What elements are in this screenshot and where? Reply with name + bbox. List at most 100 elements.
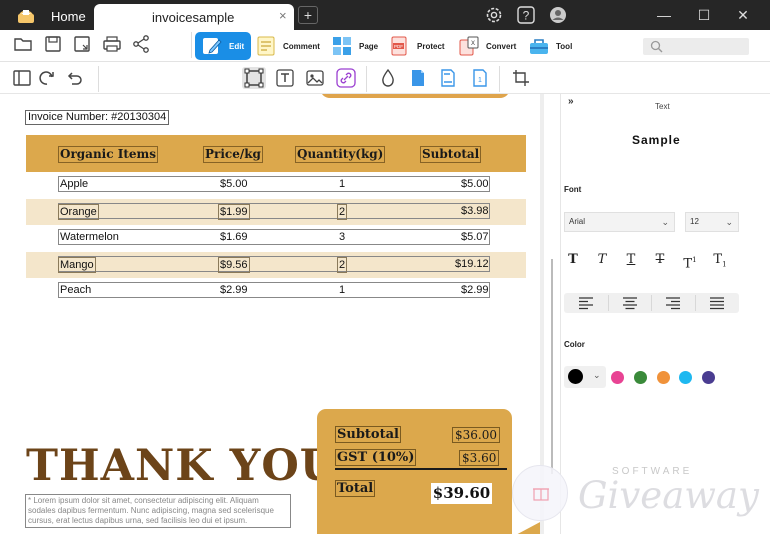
maximize-button[interactable]: ☐ [692,4,716,26]
thank-you-heading[interactable]: THANK YOU [26,441,338,491]
header-subtotal[interactable]: Subtotal [420,146,482,163]
row-text-box[interactable] [58,229,490,245]
close-window-button[interactable]: ✕ [731,4,755,26]
header-items[interactable]: Organic Items [58,146,158,163]
align-left-icon[interactable] [566,295,606,311]
comment-tool-button[interactable]: Comment [255,32,320,60]
font-size-select[interactable]: 12 ⌄ [685,212,739,232]
edit-tool-button[interactable]: Edit [195,32,252,60]
align-right-icon[interactable] [653,295,693,311]
header-price[interactable]: Price/kg [203,146,263,163]
avatar[interactable] [548,5,568,25]
add-text-icon[interactable] [275,68,295,88]
item-subtotal: $5.00 [461,178,489,190]
redo-icon[interactable] [37,68,57,88]
total-label[interactable]: Total [335,480,376,497]
search-icon [650,40,663,53]
item-subtotal: $3.98 [461,204,489,217]
font-family-select[interactable]: Arial ⌄ [564,212,675,232]
minimize-button[interactable]: — [652,4,676,26]
add-image-icon[interactable] [305,68,325,88]
align-justify-icon[interactable] [697,295,737,311]
bates-number-icon[interactable]: 1 [470,68,490,88]
new-tab-button[interactable]: + [298,6,318,24]
invoice-number[interactable]: Invoice Number: #20130304 [25,110,170,125]
color-picker[interactable]: ⌄ [564,366,606,388]
row-text-box[interactable] [58,255,490,272]
background-icon[interactable] [408,68,428,88]
close-tab-icon[interactable]: × [279,8,287,23]
help-icon[interactable]: ? [516,5,536,25]
color-swatch-orange[interactable] [657,371,670,384]
gst-value[interactable]: $3.60 [459,450,500,466]
italic-button[interactable]: T [592,250,612,270]
toolbar-divider [191,32,192,58]
gst-label[interactable]: GST (10%) [335,449,417,466]
save-as-icon[interactable] [71,33,93,55]
collapse-panel-icon[interactable]: » [568,96,574,107]
bold-button[interactable]: T [563,250,583,270]
document-tab[interactable]: invoicesample × [94,4,294,30]
lorem-note[interactable]: * Lorem ipsum dolor sit amet, consectetu… [25,494,291,528]
header-quantity[interactable]: Quantity(kg) [295,146,386,163]
title-bar: Home invoicesample × + ? — ☐ ✕ [0,0,770,30]
row-text-box[interactable] [58,176,490,192]
crop-icon[interactable] [511,68,531,88]
save-icon[interactable] [42,33,64,55]
edit-tool-label: Edit [229,41,245,51]
tool-menu-label: Tool [556,41,573,51]
sidebar-toggle-icon[interactable] [12,68,32,88]
color-swatch-pink[interactable] [611,371,624,384]
panel-title: Text [655,102,670,111]
text-preview: Sample [632,133,681,147]
color-swatch-green[interactable] [634,371,647,384]
convert-tool-button[interactable]: X Convert [458,32,516,60]
watermark-icon[interactable] [378,68,398,88]
open-icon[interactable] [12,33,34,55]
search-input[interactable] [643,38,749,55]
item-name: Orange [58,203,99,220]
svg-text:1: 1 [478,77,482,84]
table-row: Watermelon $1.69 3 $5.07 [26,225,526,252]
total-value[interactable]: $39.60 [431,483,492,504]
comment-icon [257,36,275,56]
align-center-icon[interactable] [610,295,650,311]
subtotal-label[interactable]: Subtotal [335,426,401,443]
page-tool-button[interactable]: Page [331,32,378,60]
item-subtotal: $2.99 [461,284,489,296]
row-text-box[interactable] [58,202,490,219]
svg-text:X: X [471,41,475,47]
item-price: $1.99 [218,203,250,220]
print-icon[interactable] [101,33,123,55]
select-box-icon[interactable] [242,67,266,89]
superscript-button[interactable]: T1 [680,250,700,272]
subscript-button[interactable]: T1 [710,250,730,270]
protect-tool-button[interactable]: PDF Protect [389,32,445,60]
underline-button[interactable]: T [621,250,641,270]
chevron-down-icon: ⌄ [593,370,601,380]
invoice-table: Organic Items Price/kg Quantity(kg) Subt… [26,135,526,305]
home-tab[interactable]: Home [44,0,94,30]
add-link-icon[interactable] [336,68,356,88]
tool-menu-button[interactable]: Tool [528,32,572,60]
document-canvas[interactable]: Invoice Number: #20130304 Organic Items … [0,94,560,534]
toolbar-divider [499,66,500,92]
protect-icon: PDF [391,36,407,56]
share-icon[interactable] [130,33,152,55]
item-name: Apple [60,178,89,190]
comment-tool-label: Comment [283,41,320,51]
undo-icon[interactable] [64,68,84,88]
gear-icon[interactable] [484,5,504,25]
strikethrough-button[interactable]: T [650,250,670,270]
superscript-label: T [683,256,693,272]
svg-text:?: ? [523,9,530,23]
chevron-down-icon: ⌄ [725,217,733,227]
header-footer-icon[interactable] [438,68,458,88]
item-quantity: 1 [339,178,346,190]
color-swatch-purple[interactable] [702,371,715,384]
table-header: Organic Items Price/kg Quantity(kg) Subt… [26,135,526,172]
scrollbar-thumb[interactable] [551,259,553,474]
row-text-box[interactable] [58,282,490,298]
color-swatch-cyan[interactable] [679,371,692,384]
subtotal-value[interactable]: $36.00 [452,427,500,443]
